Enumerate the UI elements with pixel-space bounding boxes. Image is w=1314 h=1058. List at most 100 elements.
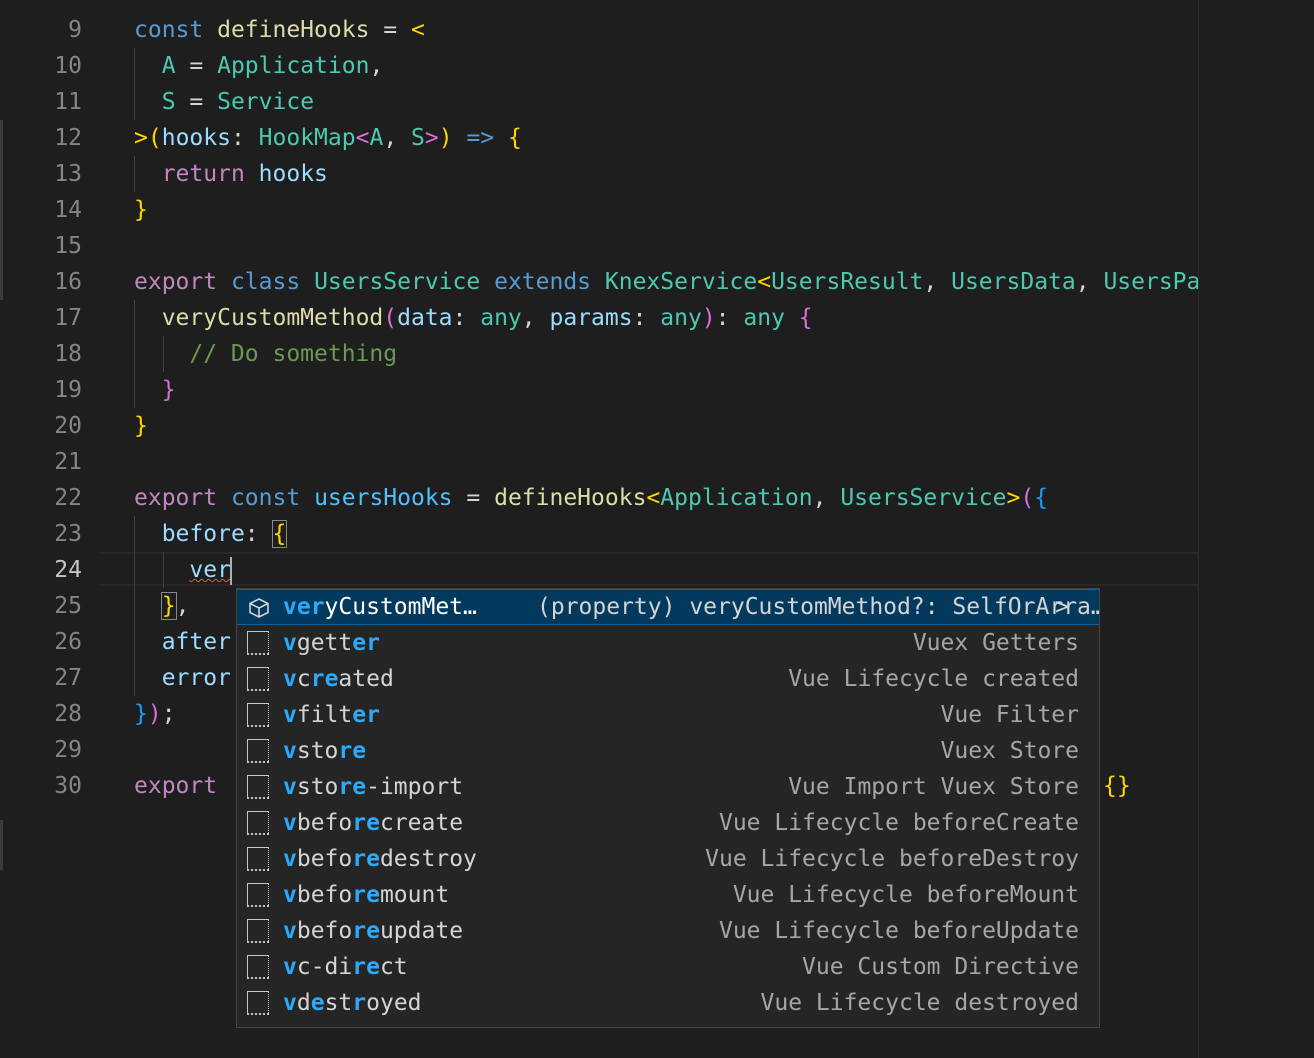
code-token: , bbox=[923, 269, 952, 295]
label-text: c bbox=[296, 666, 311, 692]
code-line[interactable]: 22 export const usersHooks = defineHooks<… bbox=[0, 480, 1198, 516]
code-line[interactable]: 18 // Do something bbox=[0, 336, 1198, 372]
code-line[interactable]: 13 return hooks bbox=[0, 156, 1198, 192]
suggestion-item[interactable]: vgetter Vuex Getters bbox=[237, 625, 1099, 661]
suggestion-detail: Vue Custom Directive bbox=[802, 954, 1079, 980]
line-number: 12 bbox=[54, 125, 82, 151]
code-token: > bbox=[424, 125, 439, 151]
code-line[interactable]: 17 veryCustomMethod(data: any, params: a… bbox=[0, 300, 1198, 336]
code-line[interactable]: 15 bbox=[0, 228, 1198, 264]
code-line[interactable]: 9 const defineHooks = < bbox=[0, 12, 1198, 48]
suggestion-item[interactable]: vc-direct Vue Custom Directive bbox=[237, 949, 1099, 985]
code-text[interactable]: export class UsersService extends KnexSe… bbox=[134, 264, 1198, 300]
code-line[interactable]: 11 S = Service bbox=[0, 84, 1198, 120]
code-token: A bbox=[369, 125, 384, 151]
code-text[interactable]: >(hooks: HookMap<A, S>) => { bbox=[134, 120, 522, 156]
suggest-widget[interactable]: veryCustomMet… (property) veryCustomMetho… bbox=[236, 588, 1100, 1028]
code-text[interactable]: }, bbox=[134, 588, 189, 624]
suggestion-item-selected[interactable]: veryCustomMet… (property) veryCustomMetho… bbox=[237, 589, 1099, 625]
suggestion-item[interactable]: vbeforeupdate Vue Lifecycle beforeUpdate bbox=[237, 913, 1099, 949]
code-text[interactable]: }); bbox=[134, 696, 176, 732]
code-token: , bbox=[369, 53, 384, 79]
suggestion-item[interactable]: vcreated Vue Lifecycle created bbox=[237, 661, 1099, 697]
code-token: = bbox=[452, 485, 495, 511]
code-text[interactable]: S = Service bbox=[134, 84, 314, 120]
code-token: any bbox=[480, 305, 522, 331]
code-line[interactable]: 23 before: { bbox=[0, 516, 1198, 552]
code-token: < bbox=[757, 269, 772, 295]
suggestion-item[interactable]: vdestroyed Vue Lifecycle destroyed bbox=[237, 985, 1099, 1021]
code-token: usersHooks bbox=[314, 485, 453, 511]
code-token: , bbox=[521, 305, 550, 331]
code-line[interactable]: 24 ver bbox=[0, 552, 1198, 588]
code-token: {} bbox=[1103, 773, 1131, 799]
code-text[interactable]: const defineHooks = < bbox=[134, 12, 425, 48]
suggestion-item[interactable]: vbeforedestroy Vue Lifecycle beforeDestro… bbox=[237, 841, 1099, 877]
code-text[interactable]: ver bbox=[134, 552, 232, 588]
match-highlight: er bbox=[352, 702, 380, 728]
match-highlight: e bbox=[310, 990, 325, 1016]
code-text[interactable]: } bbox=[134, 408, 148, 444]
code-token: return bbox=[161, 161, 245, 187]
code-line[interactable]: 20} bbox=[0, 408, 1198, 444]
suggestion-item[interactable]: vstore Vuex Store bbox=[237, 733, 1099, 769]
snippet-icon bbox=[247, 919, 269, 943]
code-token: UsersData bbox=[951, 269, 1076, 295]
label-text: yCustomMet… bbox=[324, 594, 477, 620]
line-number: 23 bbox=[54, 521, 82, 547]
label-text: mount bbox=[379, 882, 450, 908]
code-token: : bbox=[715, 305, 744, 331]
line-number: 30 bbox=[54, 773, 82, 799]
code-line[interactable]: 21 bbox=[0, 444, 1198, 480]
match-highlight: ver bbox=[283, 594, 325, 620]
code-token: { bbox=[271, 520, 288, 548]
code-token: defineHooks bbox=[217, 17, 370, 43]
line-number: 9 bbox=[68, 17, 82, 43]
code-token: => bbox=[452, 125, 495, 151]
label-text: destroy bbox=[379, 846, 477, 872]
code-text[interactable]: return hooks bbox=[134, 156, 328, 192]
suggestion-detail: Vuex Store bbox=[940, 738, 1079, 764]
code-text[interactable]: after bbox=[134, 624, 231, 660]
code-line[interactable]: 16 export class UsersService extends Knex… bbox=[0, 264, 1198, 300]
code-text[interactable]: veryCustomMethod(data: any, params: any)… bbox=[134, 300, 813, 336]
suggestion-item[interactable]: vfilter Vue Filter bbox=[237, 697, 1099, 733]
code-token: , bbox=[812, 485, 841, 511]
code-text[interactable]: error bbox=[134, 660, 231, 696]
code-line[interactable]: 10 A = Application, bbox=[0, 48, 1198, 84]
indent-guide bbox=[134, 156, 135, 192]
minimap[interactable] bbox=[1198, 0, 1314, 1058]
suggestion-item[interactable]: vstore-import Vue Import Vuex Store bbox=[237, 769, 1099, 805]
code-token: UsersService bbox=[840, 485, 1007, 511]
indent-guide bbox=[134, 516, 135, 696]
code-text[interactable]: } bbox=[134, 372, 176, 408]
code-line[interactable]: 19 } bbox=[0, 372, 1198, 408]
code-line[interactable]: 14} bbox=[0, 192, 1198, 228]
code-text[interactable]: A = Application, bbox=[134, 48, 384, 84]
text-cursor bbox=[229, 556, 232, 585]
read-more-chevron-icon[interactable]: > bbox=[1055, 590, 1069, 624]
code-text[interactable]: before: { bbox=[134, 516, 288, 552]
suggestion-label: vbeforecreate bbox=[283, 805, 463, 841]
code-token: data bbox=[397, 305, 453, 331]
code-line[interactable]: 12 >(hooks: HookMap<A, S>) => { bbox=[0, 120, 1198, 156]
suggestion-item[interactable]: vbeforemount Vue Lifecycle beforeMount bbox=[237, 877, 1099, 913]
code-token: { bbox=[508, 125, 522, 151]
code-token: } bbox=[134, 413, 148, 439]
code-token: veryCustomMethod bbox=[161, 305, 384, 331]
code-text[interactable]: } bbox=[134, 192, 148, 228]
indent-guide bbox=[134, 48, 135, 120]
line-number: 21 bbox=[54, 449, 82, 475]
line-number: 17 bbox=[54, 305, 82, 331]
code-text[interactable]: export bbox=[134, 768, 217, 804]
suggestion-item[interactable]: vbeforecreate Vue Lifecycle beforeCreate bbox=[237, 805, 1099, 841]
property-cube-icon bbox=[247, 597, 269, 619]
code-token: = bbox=[369, 17, 411, 43]
code-text[interactable]: export const usersHooks = defineHooks<Ap… bbox=[134, 480, 1048, 516]
code-text[interactable]: // Do something bbox=[134, 336, 397, 372]
